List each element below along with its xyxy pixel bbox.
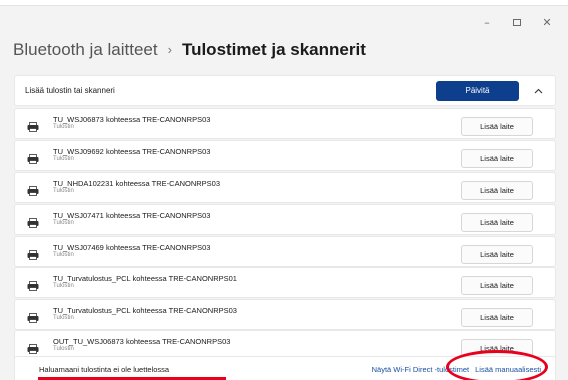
printer-row: TU_WSJ09692 kohteessa TRE-CANONRPS03 Tulo… xyxy=(14,140,556,171)
printer-name: TU_WSJ07471 kohteessa TRE-CANONRPS03 xyxy=(53,211,211,221)
printer-icon xyxy=(27,119,39,132)
wifi-direct-link[interactable]: Näytä Wi-Fi Direct -tulostimet xyxy=(372,365,470,374)
minimize-button[interactable]: – xyxy=(472,12,502,32)
add-device-button[interactable]: Lisää laite xyxy=(461,245,533,264)
printer-not-listed-text: Haluamaani tulostinta ei ole luettelossa xyxy=(38,365,372,380)
breadcrumb-parent[interactable]: Bluetooth ja laitteet xyxy=(13,40,158,60)
add-device-button[interactable]: Lisää laite xyxy=(461,149,533,168)
printer-name: TU_WSJ09692 kohteessa TRE-CANONRPS03 xyxy=(53,147,211,157)
printer-row: TU_Turvatulostus_PCL kohteessa TRE-CANON… xyxy=(14,267,556,298)
close-button[interactable]: ✕ xyxy=(532,12,562,32)
printer-name: TU_NHDA102231 kohteessa TRE-CANONRPS03 xyxy=(53,179,221,189)
printer-info: TU_WSJ06873 kohteessa TRE-CANONRPS03 Tulo… xyxy=(53,115,461,131)
printer-icon xyxy=(27,215,39,228)
printer-info: OUT_TU_WSJ06873 kohteessa TRE-CANONRPS03… xyxy=(53,337,461,353)
add-device-button[interactable]: Lisää laite xyxy=(461,308,533,327)
window-controls: – ✕ xyxy=(472,12,562,32)
add-manually-link[interactable]: Lisää manuaalisesti xyxy=(475,365,541,374)
add-printer-label: Lisää tulostin tai skanneri xyxy=(25,86,115,95)
printer-row: TU_WSJ06873 kohteessa TRE-CANONRPS03 Tulo… xyxy=(14,108,556,139)
printer-type: Tulostin xyxy=(53,252,74,259)
printer-row: TU_NHDA102231 kohteessa TRE-CANONRPS03 Tu… xyxy=(14,172,556,203)
printer-name: TU_WSJ07469 kohteessa TRE-CANONRPS03 xyxy=(53,243,211,253)
printer-row: TU_WSJ07469 kohteessa TRE-CANONRPS03 Tulo… xyxy=(14,236,556,267)
printer-info: TU_Turvatulostus_PCL kohteessa TRE-CANON… xyxy=(53,306,461,322)
printer-name: TU_Turvatulostus_PCL kohteessa TRE-CANON… xyxy=(53,274,237,284)
printer-info: TU_WSJ09692 kohteessa TRE-CANONRPS03 Tulo… xyxy=(53,147,461,163)
printer-icon xyxy=(27,341,39,354)
printer-icon xyxy=(27,183,39,196)
chevron-up-icon[interactable] xyxy=(531,84,545,98)
window-top-edge xyxy=(0,0,568,6)
printer-type: Tulostin xyxy=(53,346,74,353)
printer-info: TU_WSJ07469 kohteessa TRE-CANONRPS03 Tulo… xyxy=(53,243,461,259)
printer-row: TU_Turvatulostus_PCL kohteessa TRE-CANON… xyxy=(14,299,556,330)
printer-name: OUT_TU_WSJ06873 kohteessa TRE-CANONRPS03 xyxy=(53,337,231,347)
printer-row: TU_WSJ07471 kohteessa TRE-CANONRPS03 Tulo… xyxy=(14,204,556,235)
printer-type: Tulostin xyxy=(53,188,74,195)
printer-name: TU_Turvatulostus_PCL kohteessa TRE-CANON… xyxy=(53,306,237,316)
printer-info: TU_NHDA102231 kohteessa TRE-CANONRPS03 Tu… xyxy=(53,179,461,195)
add-printer-row[interactable]: Lisää tulostin tai skanneri Päivitä xyxy=(14,75,556,106)
printer-type: Tulostin xyxy=(53,156,74,163)
refresh-button[interactable]: Päivitä xyxy=(436,80,519,101)
footer-row: Haluamaani tulostinta ei ole luettelossa… xyxy=(14,356,556,380)
add-device-button[interactable]: Lisää laite xyxy=(461,213,533,232)
printer-icon xyxy=(27,278,39,291)
printer-icon xyxy=(27,310,39,323)
restore-icon xyxy=(513,18,521,26)
add-device-button[interactable]: Lisää laite xyxy=(461,276,533,295)
printer-type: Tulostin xyxy=(53,124,74,131)
printer-type: Tulostin xyxy=(53,220,74,227)
printer-type: Tulostin xyxy=(53,283,74,290)
printer-type: Tulostin xyxy=(53,315,74,322)
add-device-button[interactable]: Lisää laite xyxy=(461,181,533,200)
printer-icon xyxy=(27,247,39,260)
chevron-right-icon: › xyxy=(167,42,172,57)
breadcrumb: Bluetooth ja laitteet › Tulostimet ja sk… xyxy=(13,40,366,60)
printer-info: TU_WSJ07471 kohteessa TRE-CANONRPS03 Tulo… xyxy=(53,211,461,227)
maximize-button[interactable] xyxy=(502,12,532,32)
page-title: Tulostimet ja skannerit xyxy=(181,40,366,59)
add-device-button[interactable]: Lisää laite xyxy=(461,117,533,136)
printer-info: TU_Turvatulostus_PCL kohteessa TRE-CANON… xyxy=(53,274,461,290)
printer-icon xyxy=(27,151,39,164)
printer-name: TU_WSJ06873 kohteessa TRE-CANONRPS03 xyxy=(53,115,211,125)
